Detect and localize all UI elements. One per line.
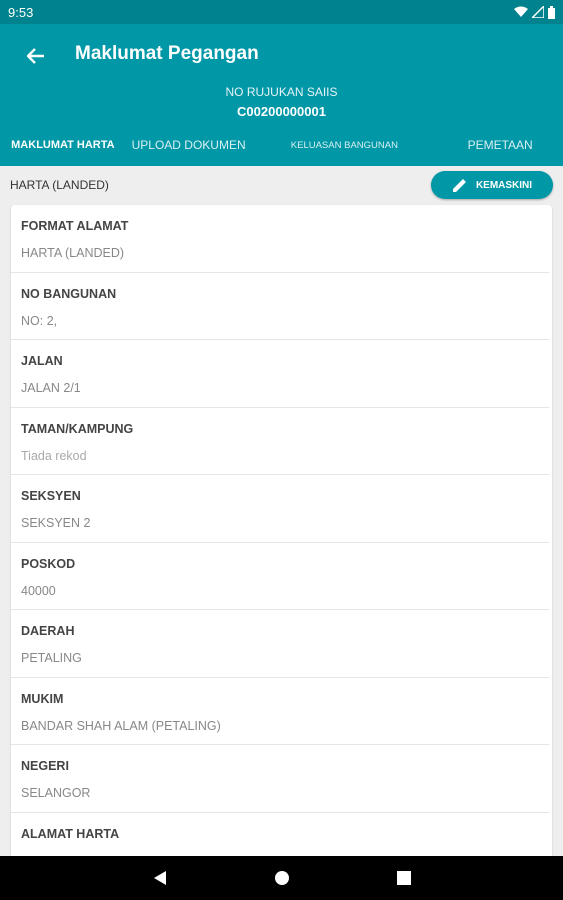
nav-recents-button[interactable] xyxy=(392,866,416,890)
status-time: 9:53 xyxy=(8,4,34,20)
field-label: NO BANGUNAN xyxy=(21,286,117,301)
field-mukim: MUKIM BANDAR SHAH ALAM (PETALING) xyxy=(11,678,549,745)
back-button[interactable] xyxy=(20,40,52,72)
field-taman-kampung: TAMAN/KAMPUNG Tiada rekod xyxy=(11,408,549,475)
field-label: TAMAN/KAMPUNG xyxy=(21,421,134,436)
signal-icon xyxy=(532,6,544,18)
field-label: SEKSYEN xyxy=(21,489,81,503)
battery-icon xyxy=(548,5,555,19)
status-bar: 9:53 xyxy=(0,0,563,24)
field-label: DAERAH xyxy=(21,624,75,638)
kemaskini-button[interactable]: KEMASKINI xyxy=(431,171,553,199)
kemaskini-label: KEMASKINI xyxy=(475,179,533,191)
section-header: HARTA (LANDED) KEMASKINI xyxy=(0,166,563,204)
tab-keluasan-bangunan[interactable]: KELUASAN BANGUNAN xyxy=(252,124,438,166)
arrow-back-icon xyxy=(27,48,44,64)
wifi-icon xyxy=(514,6,528,17)
field-label: ALAMAT HARTA xyxy=(21,826,120,841)
square-recents-icon xyxy=(396,871,411,885)
field-label: NEGERI xyxy=(21,759,69,773)
field-seksyen: SEKSYEN SEKSYEN 2 xyxy=(11,475,549,543)
ref-label: NO RUJUKAN SAIIS xyxy=(225,85,338,99)
tab-maklumat-harta[interactable]: MAKLUMAT HARTA xyxy=(0,124,126,166)
field-value: 40000 xyxy=(21,583,56,598)
navigation-bar xyxy=(0,856,563,900)
field-value: NO: 2, xyxy=(21,313,58,328)
triangle-back-icon xyxy=(153,871,166,885)
field-format-alamat: FORMAT ALAMAT HARTA (LANDED) xyxy=(11,205,549,273)
status-icons xyxy=(514,5,555,19)
circle-home-icon xyxy=(274,871,289,885)
tab-bar: MAKLUMAT HARTA UPLOAD DOKUMEN KELUASAN B… xyxy=(0,124,563,166)
field-value: JALAN 2/1 xyxy=(21,381,81,395)
details-card: FORMAT ALAMAT HARTA (LANDED) NO BANGUNAN… xyxy=(11,205,552,860)
field-label: POSKOD xyxy=(21,556,76,571)
nav-back-button[interactable] xyxy=(148,866,172,890)
field-daerah: DAERAH PETALING xyxy=(11,610,549,678)
field-negeri: NEGERI SELANGOR xyxy=(11,745,549,813)
field-value: SEKSYEN 2 xyxy=(21,516,91,530)
field-value: SELANGOR xyxy=(21,786,91,800)
field-poskod: POSKOD 40000 xyxy=(11,543,549,610)
field-value: PETALING xyxy=(21,651,82,665)
field-label: JALAN xyxy=(21,354,63,368)
ref-value: C00200000001 xyxy=(237,104,326,119)
field-alamat-harta: ALAMAT HARTA xyxy=(11,813,549,861)
tab-upload-dokumen[interactable]: UPLOAD DOKUMEN xyxy=(126,124,252,166)
field-label: FORMAT ALAMAT xyxy=(21,219,129,233)
field-jalan: JALAN JALAN 2/1 xyxy=(11,340,549,408)
page-title: Maklumat Pegangan xyxy=(75,43,259,64)
section-title: HARTA (LANDED) xyxy=(10,178,109,192)
nav-home-button[interactable] xyxy=(270,866,294,890)
app-bar: Maklumat Pegangan NO RUJUKAN SAIIS C0020… xyxy=(0,24,563,166)
field-value: Tiada rekod xyxy=(21,448,87,463)
tab-pemetaan[interactable]: PEMETAAN xyxy=(437,124,563,166)
field-label: MUKIM xyxy=(21,691,64,706)
edit-pencil-icon xyxy=(452,179,466,192)
field-no-bangunan: NO BANGUNAN NO: 2, xyxy=(11,273,549,340)
field-value: HARTA (LANDED) xyxy=(21,246,125,260)
field-value: BANDAR SHAH ALAM (PETALING) xyxy=(21,718,221,733)
